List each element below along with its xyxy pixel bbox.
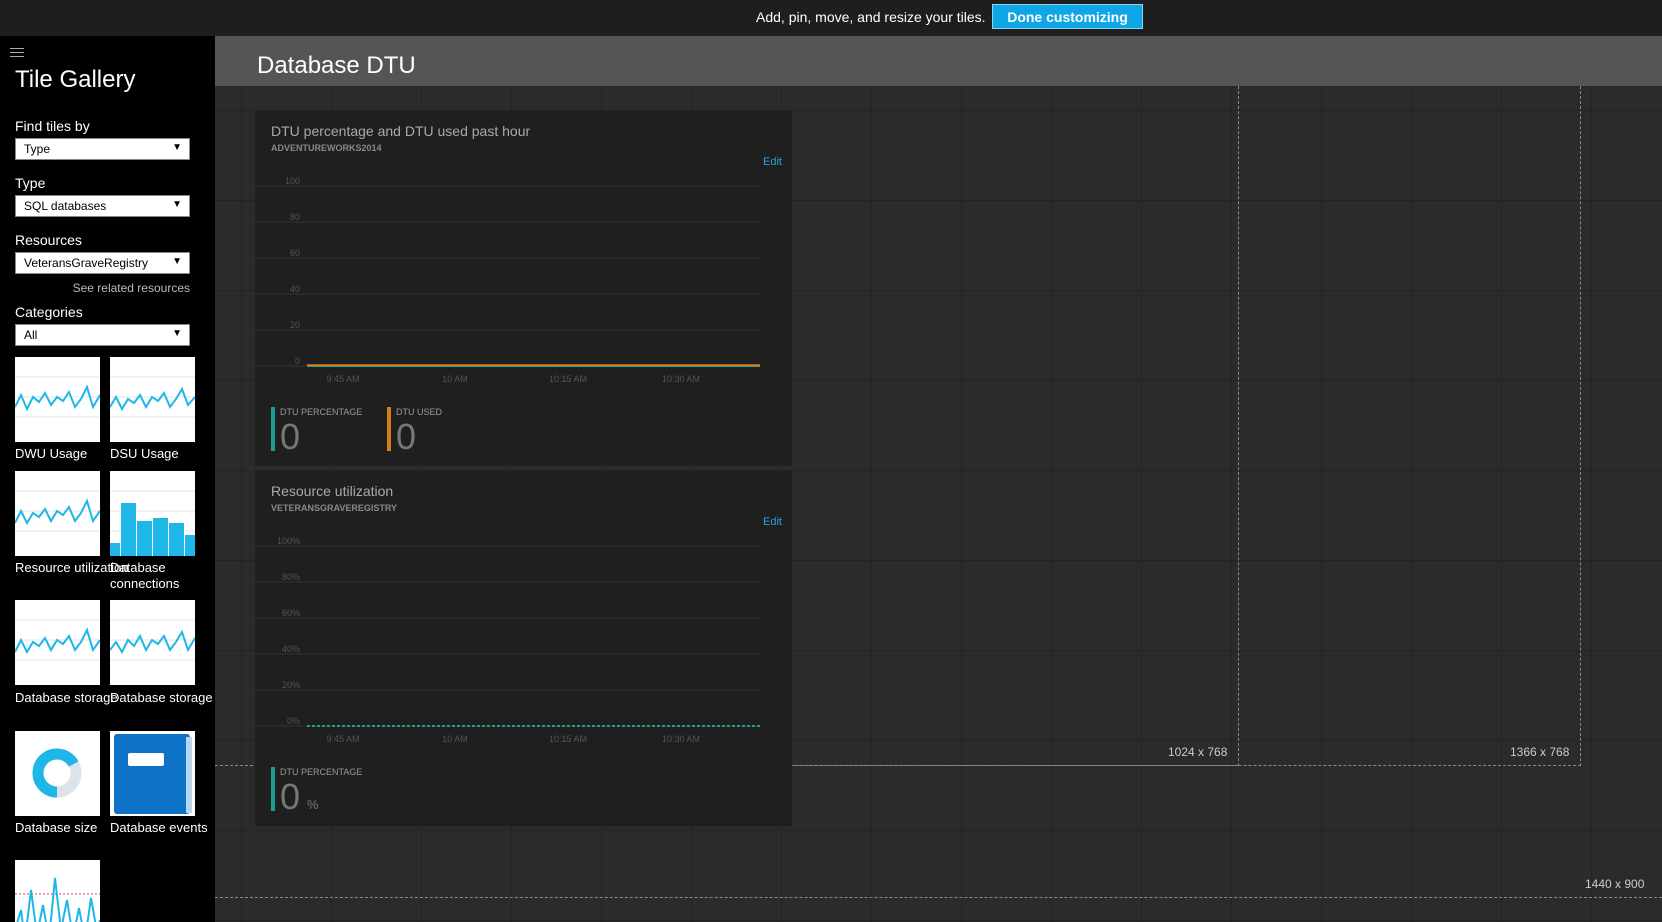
- metric-bar-dtu-used: [387, 407, 391, 451]
- y-tick-label: 40: [290, 284, 300, 294]
- tile-caption: Database size: [15, 820, 98, 835]
- y-tick-label: 100: [285, 176, 300, 186]
- tile-caption: Database storage: [110, 690, 213, 705]
- tile-title: Resource utilization: [271, 483, 394, 499]
- tile-thumb-dwu-usage[interactable]: [15, 357, 100, 442]
- tile-thumb-database-storage-2[interactable]: [110, 600, 195, 685]
- tile-gallery-panel: Tile Gallery Find tiles by Type ▼ Type S…: [0, 36, 215, 922]
- tile-thumb-database-connections[interactable]: [110, 471, 195, 556]
- chevron-down-icon: ▼: [172, 328, 182, 339]
- x-tick-label: 10 AM: [442, 734, 468, 744]
- tile-thumb-database-storage[interactable]: [15, 600, 100, 685]
- categories-value: All: [24, 328, 38, 342]
- customize-bar: Add, pin, move, and resize your tiles. D…: [0, 0, 1662, 36]
- resource-utilization-tile[interactable]: Resource utilization VETERANSGRAVEREGIST…: [255, 471, 792, 826]
- metric-value: 0: [280, 776, 301, 817]
- dashboard-title[interactable]: Database DTU: [257, 52, 416, 80]
- line-chart-icon: [110, 376, 195, 418]
- y-tick-label: 0: [295, 356, 300, 366]
- dtu-tile[interactable]: DTU percentage and DTU used past hour AD…: [255, 111, 792, 466]
- tile-title: DTU percentage and DTU used past hour: [271, 123, 531, 139]
- find-tiles-by-select[interactable]: Type ▼: [15, 138, 190, 160]
- tile-thumb-resource-utilization[interactable]: [15, 471, 100, 556]
- y-tick-label: 60: [290, 248, 300, 258]
- tile-caption: Database events: [110, 820, 208, 835]
- chevron-down-icon: ▼: [172, 256, 182, 267]
- tile-subtitle: VETERANSGRAVEREGISTRY: [271, 503, 398, 513]
- dashboard-header: Database DTU: [215, 36, 1662, 86]
- book-icon: [114, 734, 192, 814]
- dtu-chart: 0 20 40 60 80 100 9:45 AM 10 AM 10:15 AM 10:30 AM: [255, 176, 760, 384]
- find-tiles-by-label: Find tiles by: [15, 118, 90, 134]
- tile-caption: Database connections: [110, 560, 180, 591]
- x-tick-label: 9:45 AM: [326, 734, 359, 744]
- y-tick-label: 20: [290, 320, 300, 330]
- y-tick-label: 100%: [277, 536, 300, 546]
- x-tick-label: 10:15 AM: [549, 374, 587, 384]
- y-tick-label: 80: [290, 212, 300, 222]
- tile-subtitle: ADVENTUREWORKS2014: [271, 143, 382, 153]
- y-tick-label: 0%: [287, 716, 300, 726]
- done-customizing-button[interactable]: Done customizing: [992, 4, 1143, 29]
- metric-unit: %: [307, 797, 319, 812]
- see-related-resources-link[interactable]: See related resources: [73, 281, 190, 295]
- line-chart-icon: [15, 619, 100, 661]
- find-tiles-by-value: Type: [24, 142, 51, 156]
- resource-utilization-chart: 0% 20% 40% 60% 80% 100% 9:45 AM 10 AM 10:15 AM 10…: [255, 536, 760, 744]
- bar-chart-icon: [110, 490, 195, 556]
- x-tick-label: 10 AM: [442, 374, 468, 384]
- resources-value: VeteransGraveRegistry: [24, 256, 149, 270]
- metric-bar-dtu-percentage: [271, 407, 275, 451]
- tile-thumb-dsu-usage[interactable]: [110, 357, 195, 442]
- tile-gallery-title: Tile Gallery: [15, 66, 136, 93]
- tile-caption: Database storage: [15, 690, 118, 705]
- customize-message: Add, pin, move, and resize your tiles.: [756, 9, 986, 25]
- chevron-down-icon: ▼: [172, 142, 182, 153]
- edit-link[interactable]: Edit: [763, 516, 782, 528]
- categories-label: Categories: [15, 304, 83, 320]
- hamburger-menu-icon[interactable]: [10, 48, 24, 58]
- type-label: Type: [15, 175, 46, 191]
- donut-chart-icon: [32, 748, 82, 798]
- x-tick-label: 9:45 AM: [326, 374, 359, 384]
- tile-thumb-database-size[interactable]: [15, 731, 100, 816]
- tile-caption: DSU Usage: [110, 446, 179, 461]
- spike-chart-icon: [15, 877, 100, 922]
- y-tick-label: 80%: [282, 572, 300, 582]
- y-tick-label: 40%: [282, 644, 300, 654]
- metric-value: 0: [280, 416, 301, 457]
- categories-select[interactable]: All ▼: [15, 324, 190, 346]
- x-tick-label: 10:30 AM: [662, 734, 700, 744]
- y-tick-label: 20%: [282, 680, 300, 690]
- line-chart-icon: [15, 490, 100, 532]
- resources-label: Resources: [15, 232, 82, 248]
- x-tick-label: 10:30 AM: [662, 374, 700, 384]
- type-value: SQL databases: [24, 199, 107, 213]
- metric-value: 0: [396, 416, 417, 457]
- tile-thumb-database-events[interactable]: [110, 731, 195, 816]
- tile-caption: DWU Usage: [15, 446, 88, 461]
- line-chart-icon: [110, 619, 195, 661]
- tile-thumb-spike-chart[interactable]: [15, 860, 100, 922]
- type-select[interactable]: SQL databases ▼: [15, 195, 190, 217]
- x-tick-label: 10:15 AM: [549, 734, 587, 744]
- metric-bar-dtu-percentage: [271, 767, 275, 811]
- line-chart-icon: [15, 376, 100, 418]
- y-tick-label: 60%: [282, 608, 300, 618]
- resolution-label-1440: 1440 x 900: [1585, 877, 1645, 891]
- resources-select[interactable]: VeteransGraveRegistry ▼: [15, 252, 190, 274]
- chevron-down-icon: ▼: [172, 199, 182, 210]
- edit-link[interactable]: Edit: [763, 156, 782, 168]
